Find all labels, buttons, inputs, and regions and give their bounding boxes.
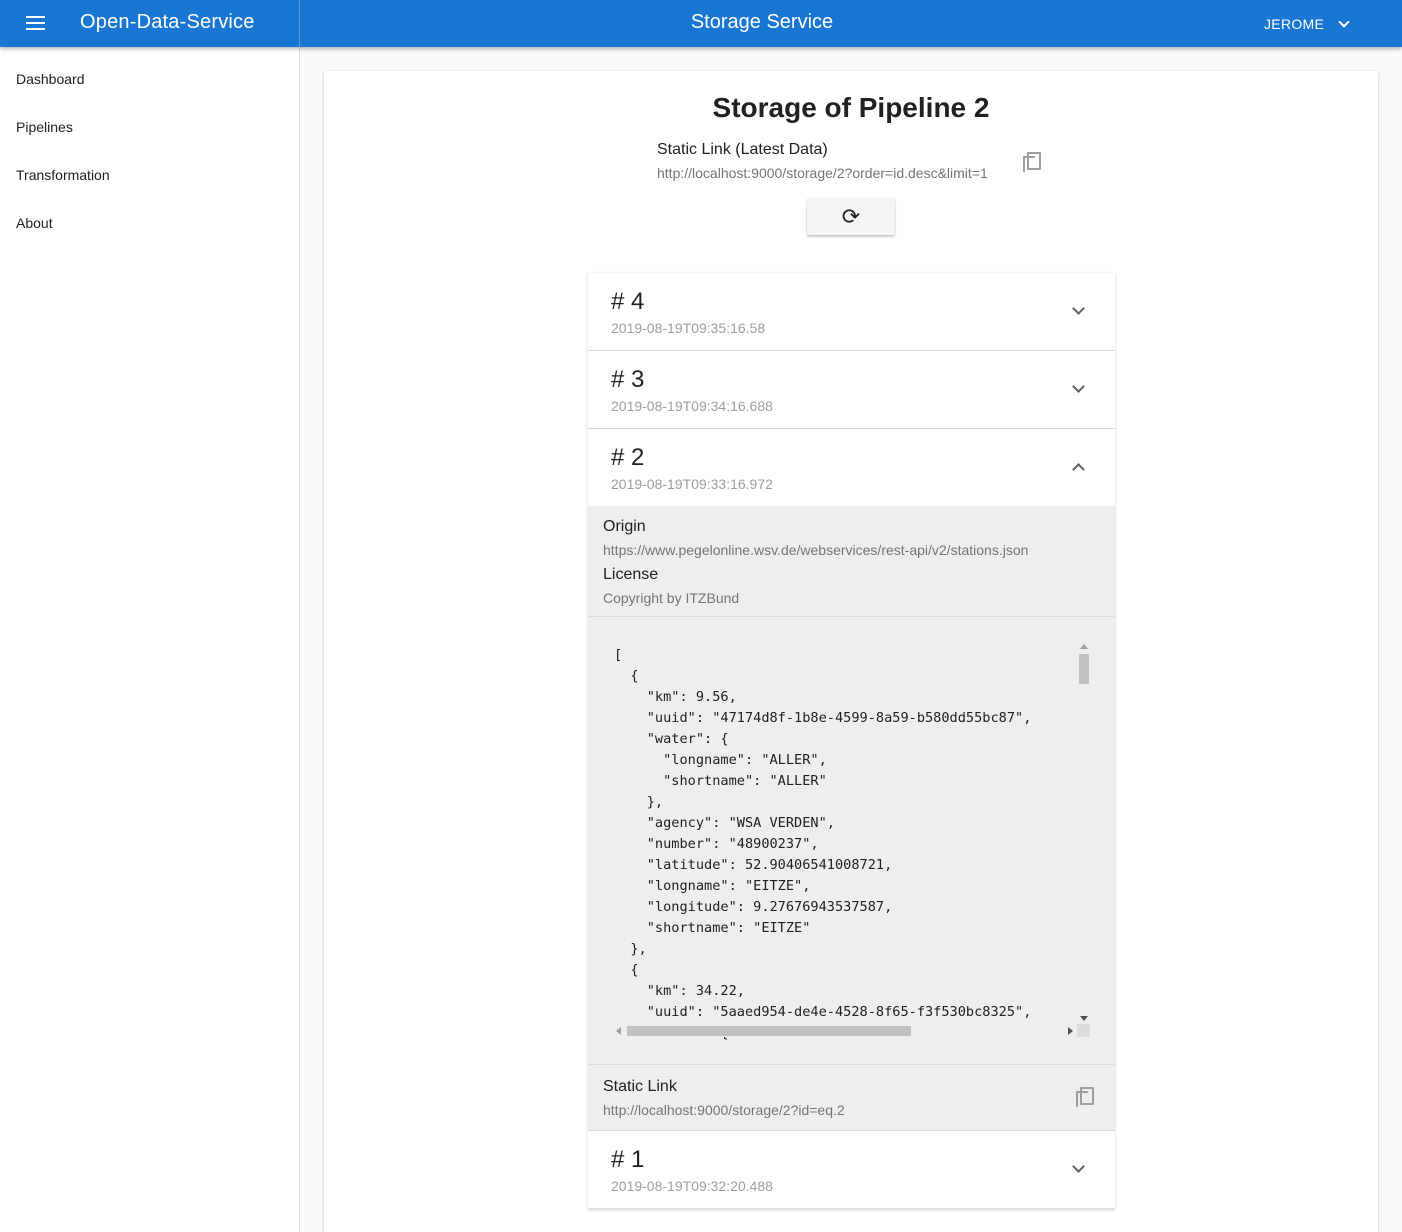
- horizontal-scrollbar[interactable]: [612, 1024, 1077, 1037]
- sidebar: Dashboard Pipelines Transformation About: [0, 47, 300, 1232]
- json-content: [ { "km": 9.56, "uuid": "47174d8f-1b8e-4…: [614, 647, 1032, 1041]
- storage-title: Storage of Pipeline 2: [712, 92, 990, 123]
- sidebar-item-transformation[interactable]: Transformation: [0, 143, 299, 191]
- nav-list: Dashboard Pipelines Transformation About: [0, 47, 299, 239]
- scroll-down-arrow-icon[interactable]: [1080, 1016, 1088, 1021]
- chevron-down-icon[interactable]: [1072, 380, 1085, 393]
- entry-static-link-url[interactable]: http://localhost:9000/storage/2?id=eq.2: [603, 1102, 1100, 1118]
- license-label: License: [603, 566, 659, 583]
- vertical-scroll-thumb[interactable]: [1079, 654, 1089, 684]
- entry-header[interactable]: # 3 2019-08-19T09:34:16.688: [588, 351, 1115, 428]
- json-scroll-area[interactable]: [ { "km": 9.56, "uuid": "47174d8f-1b8e-4…: [612, 641, 1090, 1041]
- user-name[interactable]: JEROME: [1264, 16, 1324, 32]
- entry-timestamp: 2019-08-19T09:32:20.488: [611, 1178, 773, 1194]
- entry-meta: Origin https://www.pegelonline.wsv.de/we…: [588, 506, 1115, 617]
- copy-icon[interactable]: [1023, 152, 1045, 176]
- page-title: Storage Service: [690, 11, 834, 33]
- chevron-down-icon[interactable]: [1072, 1160, 1085, 1173]
- sidebar-item-dashboard[interactable]: Dashboard: [0, 47, 299, 95]
- entry-number: # 3: [611, 366, 645, 393]
- entry-static-link-label: Static Link: [603, 1078, 677, 1095]
- entry-number: # 2: [611, 444, 645, 471]
- copy-icon[interactable]: [1076, 1087, 1098, 1111]
- json-viewer: [ { "km": 9.56, "uuid": "47174d8f-1b8e-4…: [588, 617, 1115, 1065]
- entry-panel: # 4 2019-08-19T09:35:16.58: [588, 273, 1115, 351]
- license-value: Copyright by ITZBund: [603, 590, 740, 606]
- entry-panel: # 3 2019-08-19T09:34:16.688: [588, 351, 1115, 429]
- scroll-up-arrow-icon[interactable]: [1080, 644, 1088, 649]
- scroll-left-arrow-icon[interactable]: [616, 1027, 621, 1035]
- scroll-right-arrow-icon[interactable]: [1068, 1027, 1073, 1035]
- menu-icon[interactable]: [16, 10, 56, 38]
- entry-number: # 4: [611, 288, 645, 315]
- static-link-latest: Static Link (Latest Data) http://localho…: [657, 141, 988, 181]
- sidebar-item-about[interactable]: About: [0, 191, 299, 239]
- entry-number: # 1: [611, 1146, 645, 1173]
- origin-label: Origin: [603, 518, 646, 535]
- refresh-button[interactable]: ⟳: [807, 198, 895, 235]
- user-menu[interactable]: JEROME: [1248, 0, 1378, 47]
- origin-value: https://www.pegelonline.wsv.de/webservic…: [603, 542, 1029, 558]
- entry-panel-expanded: # 2 2019-08-19T09:33:16.972 Origin https…: [588, 429, 1115, 1131]
- app-title[interactable]: Open-Data-Service: [80, 11, 255, 34]
- entry-timestamp: 2019-08-19T09:35:16.58: [611, 320, 766, 336]
- refresh-icon: ⟳: [841, 203, 861, 229]
- scrollbar-corner: [1077, 1024, 1090, 1037]
- entry-static-link: Static Link http://localhost:9000/storag…: [588, 1065, 1115, 1130]
- chevron-down-icon[interactable]: [1072, 302, 1085, 315]
- storage-entries: # 4 2019-08-19T09:35:16.58 # 3 2019-08-1…: [588, 273, 1115, 1209]
- entry-header[interactable]: # 2 2019-08-19T09:33:16.972: [588, 429, 1115, 506]
- horizontal-scroll-thumb[interactable]: [627, 1026, 911, 1036]
- vertical-scrollbar[interactable]: [1077, 641, 1090, 1024]
- sidebar-item-pipelines[interactable]: Pipelines: [0, 95, 299, 143]
- static-link-url[interactable]: http://localhost:9000/storage/2?order=id…: [657, 165, 988, 181]
- chevron-down-icon[interactable]: [1338, 15, 1350, 28]
- chevron-up-icon[interactable]: [1072, 463, 1085, 476]
- entry-timestamp: 2019-08-19T09:34:16.688: [611, 398, 773, 414]
- static-link-label: Static Link (Latest Data): [657, 141, 828, 158]
- entry-header[interactable]: # 1 2019-08-19T09:32:20.488: [588, 1131, 1115, 1208]
- storage-card: Storage of Pipeline 2 Static Link (Lates…: [324, 71, 1378, 1232]
- app-bar: Open-Data-Service Storage Service JEROME: [0, 0, 1402, 47]
- entry-details: Origin https://www.pegelonline.wsv.de/we…: [588, 506, 1115, 1130]
- entry-timestamp: 2019-08-19T09:33:16.972: [611, 476, 773, 492]
- entry-panel: # 1 2019-08-19T09:32:20.488: [588, 1131, 1115, 1209]
- entry-header[interactable]: # 4 2019-08-19T09:35:16.58: [588, 273, 1115, 350]
